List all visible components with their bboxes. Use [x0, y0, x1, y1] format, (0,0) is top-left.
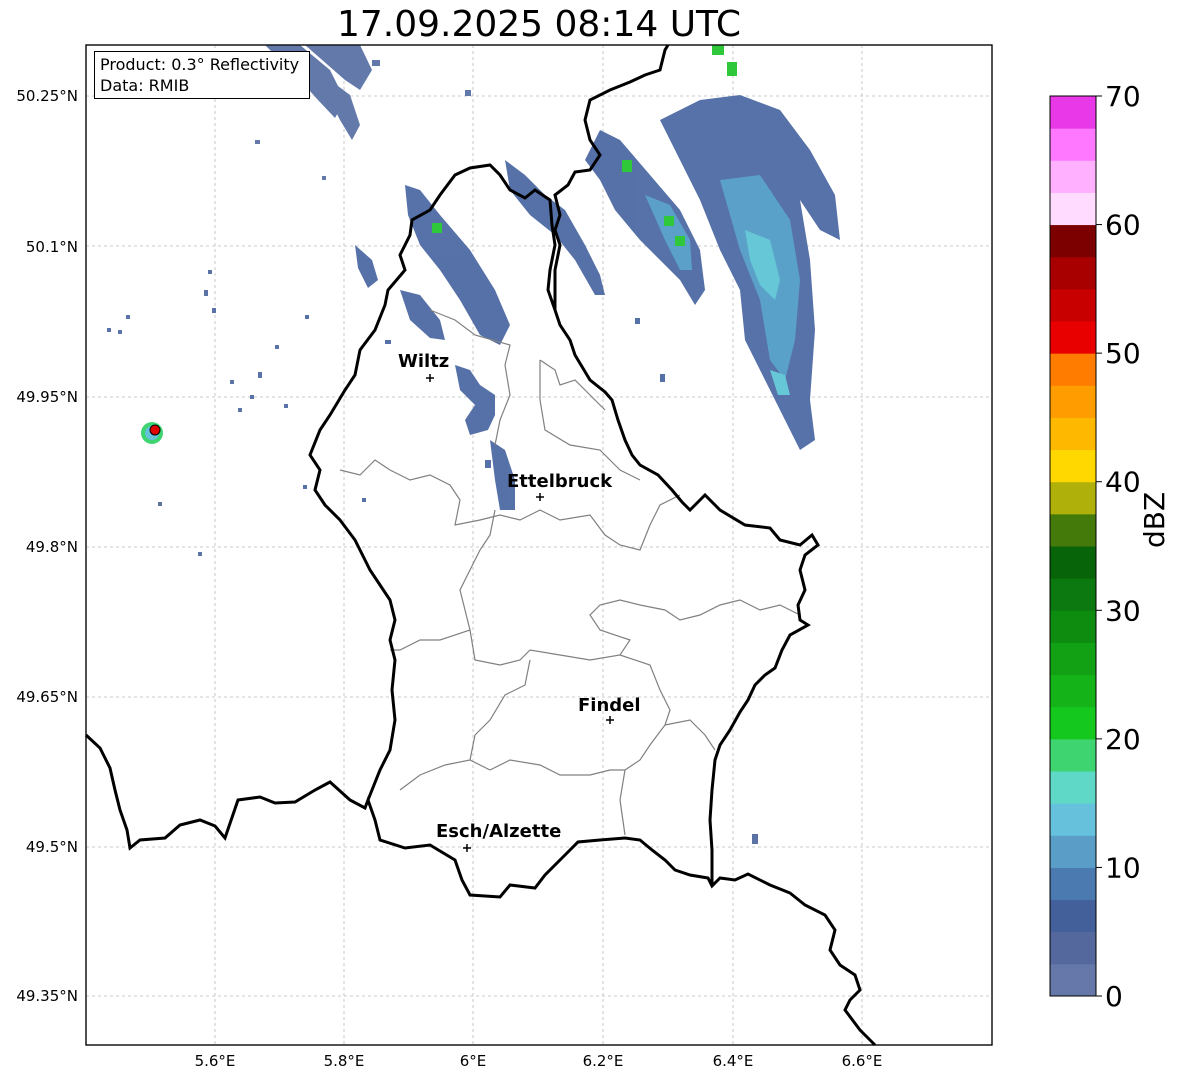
city-label-esch-alzette: Esch/Alzette	[436, 821, 561, 842]
city-label-findel: Findel	[578, 695, 641, 716]
colorbar-tick-label: 10	[1105, 851, 1141, 884]
colorbar-label: dBZ	[1138, 491, 1171, 548]
colorbar-segment	[1050, 224, 1096, 258]
colorbar-segment	[1050, 256, 1096, 290]
city-label-ettelbruck: Ettelbruck	[507, 471, 613, 492]
colorbar-segment	[1050, 835, 1096, 868]
colorbar-segment	[1050, 96, 1096, 129]
colorbar-segment	[1050, 706, 1096, 740]
colorbar-segment	[1050, 288, 1096, 322]
colorbar-segment	[1050, 867, 1096, 901]
colorbar-tick-label: 30	[1105, 594, 1141, 627]
lat-tick-label: 49.5°N	[26, 838, 78, 856]
colorbar-segment	[1050, 513, 1096, 547]
colorbar-segment	[1050, 963, 1096, 997]
lat-tick-label: 49.8°N	[26, 538, 78, 556]
colorbar-segment	[1050, 738, 1096, 772]
data-source-label: Data: RMIB	[100, 76, 190, 95]
colorbar-segment	[1050, 160, 1096, 193]
lat-tick-label: 50.25°N	[16, 87, 78, 105]
colorbar-segment	[1050, 771, 1096, 804]
colorbar-segment	[1050, 481, 1096, 515]
lat-tick-label: 49.65°N	[16, 688, 78, 706]
colorbar-segment	[1050, 353, 1096, 386]
colorbar-tick-label: 70	[1105, 80, 1141, 113]
colorbar-tick-label: 40	[1105, 466, 1141, 499]
product-label: Product: 0.3° Reflectivity	[100, 55, 300, 74]
lon-tick-label: 6°E	[460, 1052, 487, 1070]
colorbar-segment	[1050, 674, 1096, 708]
colorbar	[1050, 96, 1096, 997]
colorbar-ticks: 0 10 20 30 40 50 60 70	[1096, 80, 1141, 1013]
colorbar-segment	[1050, 803, 1096, 836]
colorbar-segment	[1050, 192, 1096, 226]
colorbar-segment	[1050, 899, 1096, 933]
colorbar-segment	[1050, 642, 1096, 676]
colorbar-segment	[1050, 931, 1096, 965]
colorbar-segment	[1050, 449, 1096, 483]
colorbar-segment	[1050, 321, 1096, 354]
colorbar-segment	[1050, 578, 1096, 611]
colorbar-segment	[1050, 417, 1096, 451]
lat-tick-label: 49.95°N	[16, 388, 78, 406]
lon-tick-label: 6.4°E	[713, 1052, 754, 1070]
lon-tick-label: 6.6°E	[842, 1052, 883, 1070]
radar-map: Wiltz Ettelbruck Findel Esch/Alzette 50.…	[16, 44, 1141, 1070]
lon-tick-label: 6.2°E	[583, 1052, 624, 1070]
colorbar-segment	[1050, 610, 1096, 643]
colorbar-tick-label: 20	[1105, 723, 1141, 756]
colorbar-segment	[1050, 546, 1096, 579]
longitude-labels: 5.6°E 5.8°E 6°E 6.2°E 6.4°E 6.6°E	[195, 1052, 883, 1070]
product-info-box: Product: 0.3° Reflectivity Data: RMIB	[94, 51, 310, 99]
colorbar-segment	[1050, 385, 1096, 418]
latitude-labels: 50.25°N 50.1°N 49.95°N 49.8°N 49.65°N 49…	[16, 87, 78, 1005]
lat-tick-label: 49.35°N	[16, 987, 78, 1005]
lat-tick-label: 50.1°N	[26, 238, 78, 256]
lon-tick-label: 5.8°E	[324, 1052, 365, 1070]
colorbar-segment	[1050, 128, 1096, 161]
colorbar-tick-label: 50	[1105, 337, 1141, 370]
radar-site-marker	[149, 424, 161, 436]
colorbar-tick-label: 0	[1105, 980, 1123, 1013]
lon-tick-label: 5.6°E	[195, 1052, 236, 1070]
colorbar-tick-label: 60	[1105, 209, 1141, 242]
city-label-wiltz: Wiltz	[398, 351, 449, 372]
